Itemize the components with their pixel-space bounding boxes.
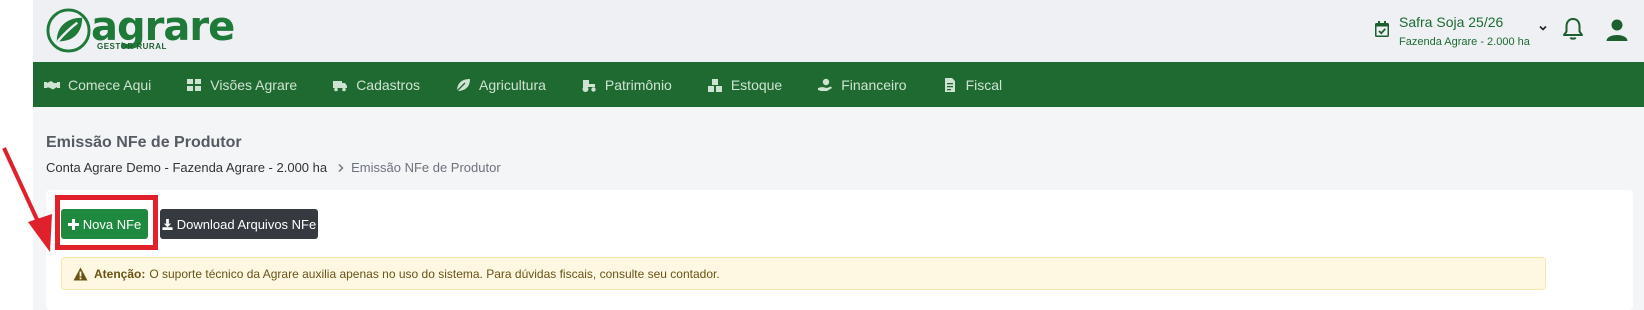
- nav-item-agricultura[interactable]: Agricultura: [455, 77, 546, 93]
- leaf-logo-icon: [46, 8, 91, 53]
- user-icon[interactable]: [1605, 18, 1629, 42]
- brand-tagline: GESTOR RURAL: [97, 42, 167, 51]
- calendar-check-icon: [1375, 21, 1389, 37]
- nav-item-visoes-agrare[interactable]: Visões Agrare: [186, 77, 297, 93]
- chevron-down-icon: [1539, 25, 1547, 31]
- nav-label: Cadastros: [356, 76, 420, 93]
- nav-label: Estoque: [730, 76, 783, 93]
- breadcrumb-root[interactable]: Conta Agrare Demo - Fazenda Agrare - 2.0…: [46, 160, 327, 175]
- season-text: Safra Soja 25/26 Fazenda Agrare - 2.000 …: [1399, 13, 1530, 50]
- alert-text: O suporte técnico da Agrare auxilia apen…: [149, 266, 720, 281]
- nav-label: Fiscal: [965, 76, 1003, 93]
- dashboard-icon: [187, 78, 202, 91]
- season-selector[interactable]: Safra Soja 25/26 Fazenda Agrare - 2.000 …: [1375, 13, 1548, 50]
- hand-money-icon: [818, 78, 833, 91]
- app-root: agrare GESTOR RURAL Safra Soja 25/26 Faz…: [33, 0, 1644, 310]
- nav-label: Comece Aqui: [68, 76, 152, 93]
- nav-label: Agricultura: [479, 76, 546, 93]
- top-header: agrare GESTOR RURAL Safra Soja 25/26 Faz…: [33, 0, 1644, 62]
- alert-strong: Atenção:: [94, 266, 146, 281]
- nav-item-financeiro[interactable]: Financeiro: [817, 76, 907, 93]
- highlight-box: [55, 195, 158, 250]
- bell-icon[interactable]: [1562, 17, 1584, 41]
- truck-icon: [333, 80, 348, 91]
- brand-logo[interactable]: agrare GESTOR RURAL: [45, 5, 235, 55]
- season-farm: Fazenda Agrare - 2.000 ha: [1399, 36, 1530, 48]
- download-nfe-label: Download Arquivos NFe: [176, 216, 317, 232]
- download-icon: [162, 218, 173, 230]
- nav-item-patrimonio[interactable]: Patrimônio: [581, 77, 672, 93]
- warning-alert: Atenção: O suporte técnico da Agrare aux…: [61, 257, 1546, 290]
- leaf-icon: [456, 78, 470, 91]
- page-title: Emissão NFe de Produtor: [46, 134, 242, 151]
- nav-label: Patrimônio: [604, 76, 672, 93]
- breadcrumb: Conta Agrare Demo - Fazenda Agrare - 2.0…: [46, 160, 501, 175]
- red-arrow-icon: [2, 147, 52, 252]
- nav-label: Visões Agrare: [210, 76, 298, 93]
- nav-label: Financeiro: [841, 76, 907, 93]
- nav-item-comece-aqui[interactable]: Comece Aqui: [44, 77, 151, 93]
- nav-item-cadastros[interactable]: Cadastros: [332, 77, 420, 93]
- main-navbar: Comece Aqui Visões Agrare Cadastros Agri…: [33, 62, 1644, 107]
- breadcrumb-current: Emissão NFe de Produtor: [351, 160, 501, 175]
- chevron-right-icon: [338, 163, 344, 172]
- download-nfe-files-button[interactable]: Download Arquivos NFe: [160, 209, 318, 239]
- handshake-icon: [44, 80, 60, 89]
- boxes-icon: [707, 78, 722, 92]
- nav-item-fiscal[interactable]: Fiscal: [942, 76, 1003, 93]
- season-title: Safra Soja 25/26: [1399, 14, 1504, 30]
- file-invoice-icon: [944, 77, 955, 92]
- tractor-icon: [582, 79, 596, 92]
- nav-item-estoque[interactable]: Estoque: [707, 77, 782, 93]
- content-card: Nova NFe Download Arquivos NFe Atenção: …: [46, 190, 1633, 310]
- warning-triangle-icon: [73, 267, 88, 280]
